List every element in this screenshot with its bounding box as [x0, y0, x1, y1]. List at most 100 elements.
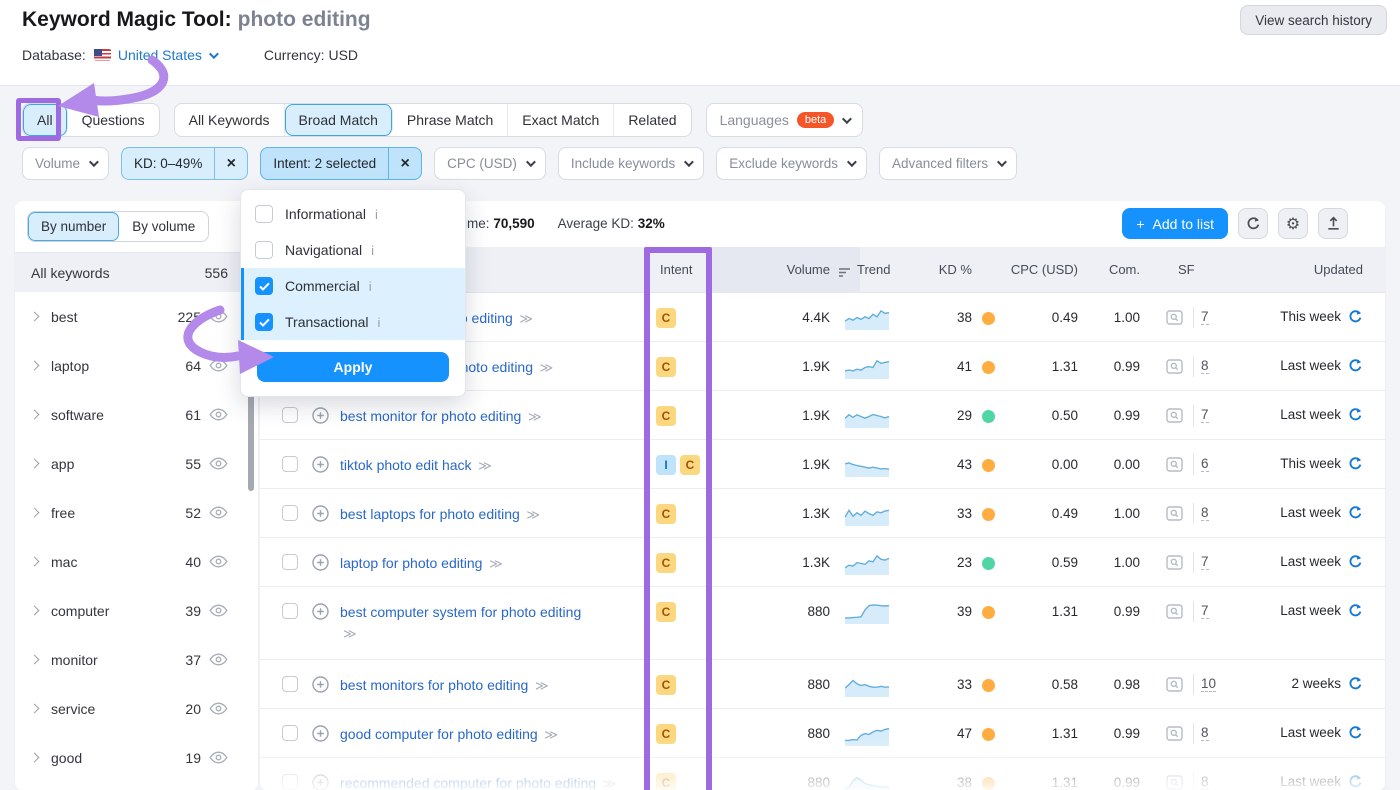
serp-preview-button[interactable] — [1166, 359, 1183, 374]
refresh-button[interactable] — [1238, 208, 1268, 239]
volume-filter[interactable]: Volume — [22, 147, 109, 180]
column-header-kd[interactable]: KD % — [915, 262, 972, 277]
keyword-link[interactable]: best computer system for photo editing≫ — [340, 602, 640, 644]
column-header-trend[interactable]: Trend — [857, 262, 890, 277]
sidebar-group-monitor[interactable]: monitor37 — [15, 635, 258, 684]
serp-features-count[interactable]: 6 — [1201, 456, 1209, 472]
add-keyword-button[interactable] — [312, 676, 329, 693]
serp-features-count[interactable]: 7 — [1201, 309, 1209, 325]
apply-button[interactable]: Apply — [257, 352, 449, 382]
sidebar-group-computer[interactable]: computer39 — [15, 586, 258, 635]
cpc-filter[interactable]: CPC (USD) — [434, 147, 546, 180]
row-checkbox[interactable] — [282, 603, 298, 619]
refresh-metrics-button[interactable] — [1348, 603, 1363, 618]
keyword-link[interactable]: laptop for photo editing ≫ — [340, 553, 640, 574]
include-keywords-filter[interactable]: Include keywords — [558, 147, 704, 180]
serp-features-count[interactable]: 8 — [1201, 358, 1209, 374]
column-header-volume[interactable]: Volume — [730, 262, 830, 277]
serp-preview-button[interactable] — [1166, 408, 1183, 423]
view-search-history-button[interactable]: View search history — [1240, 5, 1387, 35]
refresh-metrics-button[interactable] — [1348, 554, 1363, 569]
serp-features-count[interactable]: 10 — [1201, 676, 1216, 692]
eye-toggle[interactable] — [209, 751, 228, 764]
exclude-keywords-filter[interactable]: Exclude keywords — [716, 147, 867, 180]
languages-dropdown[interactable]: Languages beta — [706, 103, 864, 137]
refresh-metrics-button[interactable] — [1348, 456, 1363, 471]
sidebar-group-mac[interactable]: mac40 — [15, 537, 258, 586]
column-header-cpc[interactable]: CPC (USD) — [1008, 262, 1078, 277]
refresh-metrics-button[interactable] — [1348, 725, 1363, 740]
eye-toggle[interactable] — [209, 653, 228, 666]
serp-preview-button[interactable] — [1166, 310, 1183, 325]
tab-by-volume[interactable]: By volume — [119, 212, 208, 241]
intent-filter-clear-icon[interactable]: × — [388, 148, 421, 179]
tab-all-keywords[interactable]: All Keywords — [175, 104, 285, 136]
row-checkbox[interactable] — [282, 725, 298, 741]
database-selector[interactable]: United States — [118, 47, 216, 63]
keyword-link[interactable]: good computer for photo editing ≫ — [340, 724, 640, 745]
keyword-link[interactable]: best monitors for photo editing ≫ — [340, 675, 640, 696]
column-header-intent[interactable]: Intent — [660, 262, 693, 277]
serp-features-count[interactable]: 8 — [1201, 505, 1209, 521]
add-to-list-button[interactable]: + Add to list — [1122, 208, 1228, 239]
refresh-metrics-button[interactable] — [1348, 505, 1363, 520]
row-checkbox[interactable] — [282, 774, 298, 790]
serp-preview-button[interactable] — [1166, 677, 1183, 692]
add-keyword-button[interactable] — [312, 603, 329, 620]
kd-filter-chip[interactable]: KD: 0–49% × — [121, 147, 248, 180]
refresh-metrics-button[interactable] — [1348, 407, 1363, 422]
intent-option-informational[interactable]: Informationali — [241, 196, 465, 232]
eye-toggle[interactable] — [209, 555, 228, 568]
serp-preview-button[interactable] — [1166, 604, 1183, 619]
eye-toggle[interactable] — [209, 702, 228, 715]
row-checkbox[interactable] — [282, 554, 298, 570]
tab-by-number[interactable]: By number — [28, 212, 119, 241]
sidebar-group-best[interactable]: best225 — [15, 292, 258, 341]
tab-all[interactable]: All — [23, 104, 68, 136]
tab-exact-match[interactable]: Exact Match — [508, 104, 614, 136]
refresh-metrics-button[interactable] — [1348, 309, 1363, 324]
column-header-updated[interactable]: Updated — [1314, 262, 1363, 277]
row-checkbox[interactable] — [282, 456, 298, 472]
sidebar-group-service[interactable]: service20 — [15, 684, 258, 733]
tab-questions[interactable]: Questions — [68, 104, 159, 136]
intent-option-transactional[interactable]: Transactionali — [241, 304, 465, 340]
intent-option-commercial[interactable]: Commerciali — [241, 268, 465, 304]
keyword-link[interactable]: best monitor for photo editing ≫ — [340, 406, 640, 427]
sidebar-group-laptop[interactable]: laptop64 — [15, 341, 258, 390]
add-keyword-button[interactable] — [312, 725, 329, 742]
intent-filter-chip[interactable]: Intent: 2 selected × — [260, 147, 422, 180]
serp-preview-button[interactable] — [1166, 775, 1183, 790]
checkbox[interactable] — [255, 205, 273, 223]
keyword-link[interactable]: best laptops for photo editing ≫ — [340, 504, 640, 525]
eye-toggle[interactable] — [209, 604, 228, 617]
serp-features-count[interactable]: 7 — [1201, 554, 1209, 570]
settings-button[interactable]: ⚙ — [1278, 208, 1308, 239]
serp-preview-button[interactable] — [1166, 726, 1183, 741]
add-keyword-button[interactable] — [312, 774, 329, 790]
eye-toggle[interactable] — [209, 310, 228, 323]
add-keyword-button[interactable] — [312, 456, 329, 473]
serp-features-count[interactable]: 8 — [1201, 774, 1209, 790]
keyword-link[interactable]: recommended computer for photo editing ≫ — [340, 773, 640, 790]
add-keyword-button[interactable] — [312, 554, 329, 571]
refresh-metrics-button[interactable] — [1348, 774, 1363, 789]
export-button[interactable] — [1318, 208, 1348, 239]
checkbox[interactable] — [255, 313, 273, 331]
sidebar-group-good[interactable]: good19 — [15, 733, 258, 782]
serp-preview-button[interactable] — [1166, 506, 1183, 521]
refresh-metrics-button[interactable] — [1348, 676, 1363, 691]
eye-toggle[interactable] — [209, 457, 228, 470]
add-keyword-button[interactable] — [312, 505, 329, 522]
tab-phrase-match[interactable]: Phrase Match — [393, 104, 508, 136]
advanced-filters[interactable]: Advanced filters — [879, 147, 1017, 180]
sidebar-group-app[interactable]: app55 — [15, 439, 258, 488]
serp-features-count[interactable]: 7 — [1201, 407, 1209, 423]
serp-preview-button[interactable] — [1166, 555, 1183, 570]
eye-toggle[interactable] — [209, 506, 228, 519]
kd-filter-clear-icon[interactable]: × — [214, 148, 247, 179]
eye-toggle[interactable] — [209, 359, 228, 372]
tab-related[interactable]: Related — [614, 104, 690, 136]
serp-preview-button[interactable] — [1166, 457, 1183, 472]
row-checkbox[interactable] — [282, 676, 298, 692]
